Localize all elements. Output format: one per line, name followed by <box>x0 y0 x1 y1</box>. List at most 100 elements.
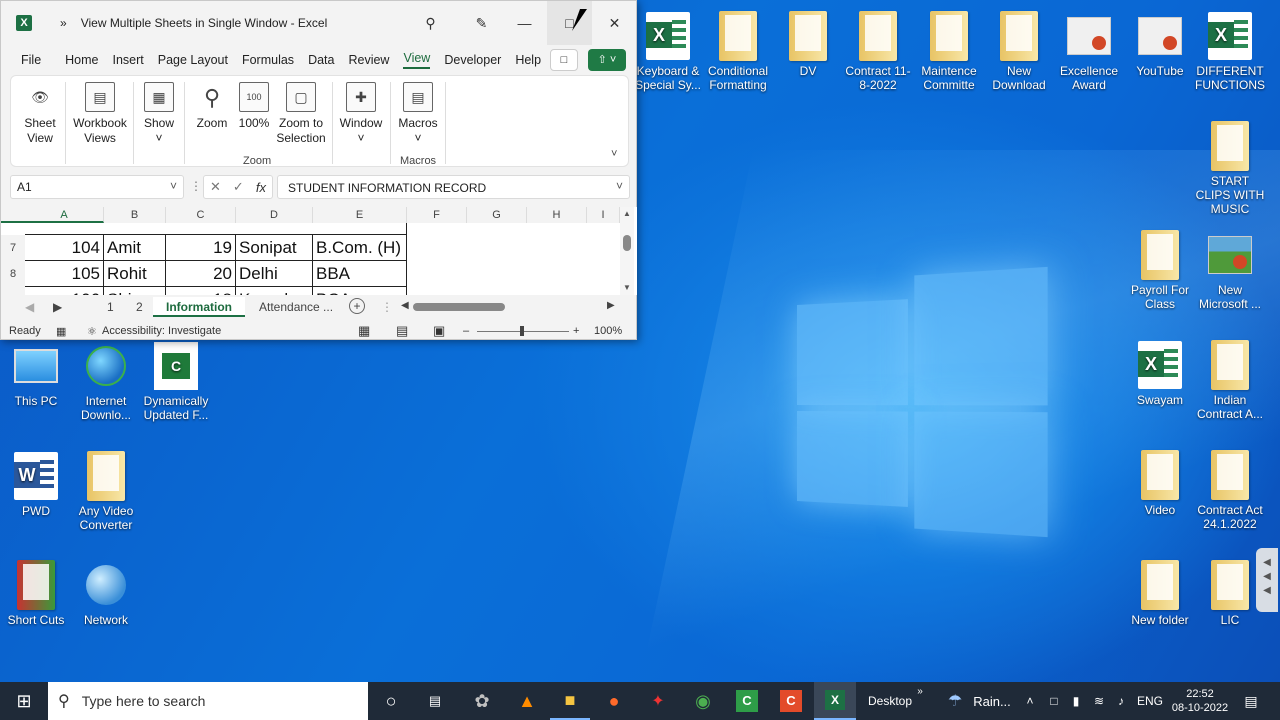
column-header[interactable]: A <box>25 207 104 223</box>
worksheet-grid[interactable]: A B C D E F G H I 7 104 Amit 19 Sonipat … <box>1 207 637 295</box>
weather-icon[interactable]: ☂ <box>940 682 970 720</box>
snipping-tool-icon[interactable]: ✿ <box>462 682 502 720</box>
vertical-scrollbar[interactable]: ▲ ▼ <box>620 207 634 295</box>
zoom-out-button[interactable]: – <box>463 325 469 337</box>
desktop-icon-this-pc[interactable]: This PC <box>0 342 72 408</box>
desktop-icon-pwd[interactable]: W PWD <box>0 452 72 518</box>
formula-bar-input[interactable]: STUDENT INFORMATION RECORD ˅ <box>277 175 630 199</box>
desktop-icon-contract-act[interactable]: Contract Act 24.1.2022 <box>1194 450 1266 531</box>
column-header[interactable]: C <box>166 207 236 223</box>
menu-insert[interactable]: Insert <box>113 53 144 67</box>
paint-tool-icon[interactable]: ✦ <box>638 682 678 720</box>
comments-button[interactable]: □ <box>550 49 578 71</box>
column-header[interactable]: E <box>313 207 407 223</box>
menu-developer[interactable]: Developer <box>444 53 501 67</box>
table-cell[interactable]: B.Com. (H) <box>313 235 407 261</box>
desktop-icon-new-folder[interactable]: New folder <box>1124 560 1196 627</box>
task-view-icon[interactable]: ▤ <box>416 682 454 720</box>
firefox-icon[interactable]: ● <box>594 682 634 720</box>
camtasia-icon[interactable]: C <box>726 682 768 720</box>
search-icon[interactable]: ⚲ <box>408 1 453 45</box>
clock[interactable]: 22:52 08-10-2022 <box>1168 682 1232 720</box>
toolbar-expand[interactable]: » <box>914 682 926 720</box>
desktop-icon-any-video-converter[interactable]: Any Video Converter <box>70 451 142 532</box>
row-header[interactable]: 8 <box>1 261 25 287</box>
desktop-icon-dynamically-updated[interactable]: C Dynamically Updated F... <box>140 342 212 422</box>
zoom-level[interactable]: 100% <box>594 325 622 337</box>
table-cell[interactable]: Amit <box>104 235 166 261</box>
column-header[interactable]: G <box>467 207 527 223</box>
sheet-tab[interactable]: Attendance ... <box>259 300 333 314</box>
desktop-icon-network[interactable]: Network <box>70 561 142 627</box>
quick-access-overflow[interactable]: » <box>60 16 67 30</box>
macros-button[interactable]: ▤ Macros ˅ <box>395 82 441 146</box>
window-button[interactable]: ✚ Window ˅ <box>336 82 386 146</box>
maximize-button[interactable]: □ <box>547 1 592 45</box>
desktop-toolbar[interactable]: Desktop <box>862 682 918 720</box>
zoom-to-selection-button[interactable]: ▢ Zoom to Selection <box>273 82 329 146</box>
column-header[interactable]: D <box>236 207 313 223</box>
table-cell[interactable]: Sonipat <box>236 235 313 261</box>
check-icon[interactable]: ✓ <box>233 179 244 195</box>
page-break-view-icon[interactable]: ▣ <box>433 323 445 339</box>
table-cell[interactable]: BBA <box>313 261 407 287</box>
row-header[interactable] <box>1 287 25 295</box>
cancel-icon[interactable]: ✕ <box>210 179 221 195</box>
zoom-in-button[interactable]: + <box>573 325 579 337</box>
desktop-icon-start-clips[interactable]: START CLIPS WITH MUSIC <box>1194 121 1266 216</box>
menu-formulas[interactable]: Formulas <box>242 53 294 67</box>
zoom-100-button[interactable]: 100 100% <box>235 82 273 131</box>
column-header[interactable]: H <box>527 207 587 223</box>
sheet-tab[interactable]: 2 <box>136 300 143 314</box>
desktop-icon-payroll[interactable]: Payroll For Class <box>1124 230 1196 311</box>
menu-data[interactable]: Data <box>308 53 334 67</box>
table-cell[interactable]: 20 <box>166 261 236 287</box>
file-explorer-icon[interactable]: ■ <box>550 682 590 720</box>
prev-sheet-icon[interactable]: ◀ <box>25 300 34 314</box>
close-button[interactable]: ✕ <box>592 1 637 45</box>
weather-text[interactable]: Rain... <box>970 682 1014 720</box>
table-cell[interactable]: Shivam <box>104 287 166 295</box>
desktop-icon-keyboard-special[interactable]: X Keyboard & Special Sy... <box>632 12 704 92</box>
table-cell[interactable]: 105 <box>25 261 104 287</box>
table-cell[interactable]: Delhi <box>236 261 313 287</box>
menu-file[interactable]: File <box>21 53 41 67</box>
minimize-button[interactable]: — <box>502 1 547 45</box>
desktop-icon-dv[interactable]: DV <box>772 11 844 78</box>
desktop-icon-swayam[interactable]: X Swayam <box>1124 341 1196 407</box>
desktop-icon-excellence-award[interactable]: Excellence Award <box>1053 12 1125 92</box>
sheet-view-button[interactable]: 👁 Sheet View <box>15 82 65 146</box>
start-button[interactable]: ⊞ <box>0 682 48 720</box>
page-layout-view-icon[interactable]: ▤ <box>396 323 408 339</box>
sheet-tab[interactable]: 1 <box>107 300 114 314</box>
language-indicator[interactable]: ENG <box>1134 682 1166 720</box>
excel-taskbar-icon[interactable]: X <box>814 682 856 720</box>
column-header[interactable]: F <box>407 207 467 223</box>
menu-home[interactable]: Home <box>65 53 98 67</box>
desktop-icon-short-cuts[interactable]: Short Cuts <box>0 560 72 627</box>
vlc-icon[interactable]: ▲ <box>507 682 547 720</box>
meet-now-icon[interactable]: □ <box>1044 682 1064 720</box>
desktop-icon-internet-download[interactable]: Internet Downlo... <box>70 342 142 422</box>
collapse-ribbon-icon[interactable]: ˅ <box>611 148 617 160</box>
macro-record-icon[interactable]: ▦ <box>56 325 66 338</box>
row-header[interactable]: 7 <box>1 235 25 261</box>
menu-help[interactable]: Help <box>515 53 541 67</box>
share-button[interactable]: ⇧ ˅ <box>588 49 626 71</box>
pen-icon[interactable]: ✎ <box>459 1 504 45</box>
desktop-icon-contract[interactable]: Contract 11-8-2022 <box>842 11 914 92</box>
battery-icon[interactable]: ▮ <box>1066 682 1086 720</box>
desktop-icon-maintence[interactable]: Maintence Committe <box>913 11 985 92</box>
menu-view[interactable]: View <box>403 51 431 69</box>
table-cell[interactable]: BCA <box>313 287 407 295</box>
desktop-icon-new-download[interactable]: New Download <box>983 11 1055 92</box>
workbook-views-button[interactable]: ▤ Workbook Views <box>69 82 131 146</box>
next-sheet-icon[interactable]: ▶ <box>53 300 62 314</box>
volume-icon[interactable]: ♪ <box>1110 682 1132 720</box>
insert-function-button[interactable]: fx <box>256 180 266 195</box>
scroll-left-icon[interactable]: ◀ <box>401 300 409 311</box>
table-cell[interactable]: Rohit <box>104 261 166 287</box>
column-header[interactable]: B <box>104 207 166 223</box>
desktop-icon-video[interactable]: Video <box>1124 450 1196 517</box>
table-cell[interactable]: 19 <box>166 235 236 261</box>
